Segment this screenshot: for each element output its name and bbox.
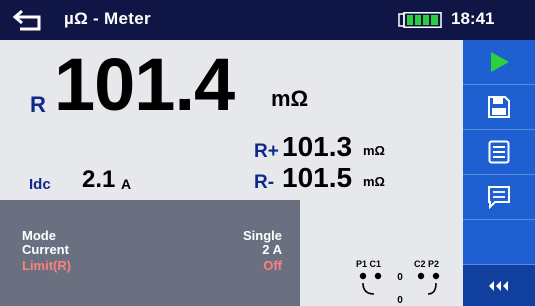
back-arrow-icon[interactable]: [12, 8, 46, 32]
left-terminal-label: P1 C1: [356, 259, 381, 269]
r-minus-symbol: R-: [254, 172, 275, 193]
page-title: µΩ - Meter: [64, 9, 151, 28]
param-limit-value: Off: [263, 258, 282, 273]
connection-bottom-value: 0: [397, 295, 403, 306]
start-button[interactable]: [463, 40, 535, 85]
terminal-c1: [374, 272, 382, 280]
param-mode-value: Single: [242, 228, 282, 243]
more-button[interactable]: [463, 265, 535, 306]
clock: 18:41: [451, 9, 495, 28]
battery-full-icon: [398, 12, 442, 28]
r-plus-value: 101.3: [282, 131, 353, 162]
play-icon: [491, 52, 509, 72]
comment-button[interactable]: [463, 175, 535, 220]
memory-list-button[interactable]: [463, 130, 535, 175]
save-button[interactable]: [463, 85, 535, 130]
list-icon: [488, 140, 510, 164]
connection-wires: [362, 282, 437, 295]
comment-icon: [488, 186, 510, 209]
param-limit-label: Limit(R): [22, 258, 72, 273]
param-current-label: Current: [22, 242, 69, 257]
r-minus-value: 101.5: [282, 162, 353, 193]
title-bar: µΩ - Meter 18:41: [0, 0, 535, 40]
action-sidebar: [463, 40, 535, 306]
connection-diagram: P1 C1 C2 P2 0 0: [356, 259, 440, 306]
terminal-p2: [432, 272, 440, 280]
idc-label: Idc: [29, 176, 51, 193]
r-plus-unit: mΩ: [363, 143, 385, 158]
parameter-panel[interactable]: Mode Single Current 2 A Limit(R) Off: [0, 200, 300, 306]
result-symbol: R: [30, 92, 46, 117]
floppy-disk-icon: [488, 96, 510, 118]
terminal-c2: [417, 272, 425, 280]
triple-left-arrow-icon: [489, 280, 508, 291]
r-minus-unit: mΩ: [363, 174, 385, 189]
result-unit: mΩ: [271, 86, 309, 111]
right-terminal-label: C2 P2: [414, 259, 439, 269]
idc-value: 2.1: [82, 166, 116, 193]
param-mode-label: Mode: [22, 228, 56, 243]
result-value: 101.4: [54, 43, 235, 126]
terminal-p1: [359, 272, 367, 280]
r-plus-symbol: R+: [254, 141, 279, 162]
idc-unit: A: [121, 176, 132, 192]
connection-mid-value: 0: [397, 272, 403, 283]
placeholder-slot: [463, 220, 535, 265]
param-current-value: 2 A: [262, 242, 282, 257]
